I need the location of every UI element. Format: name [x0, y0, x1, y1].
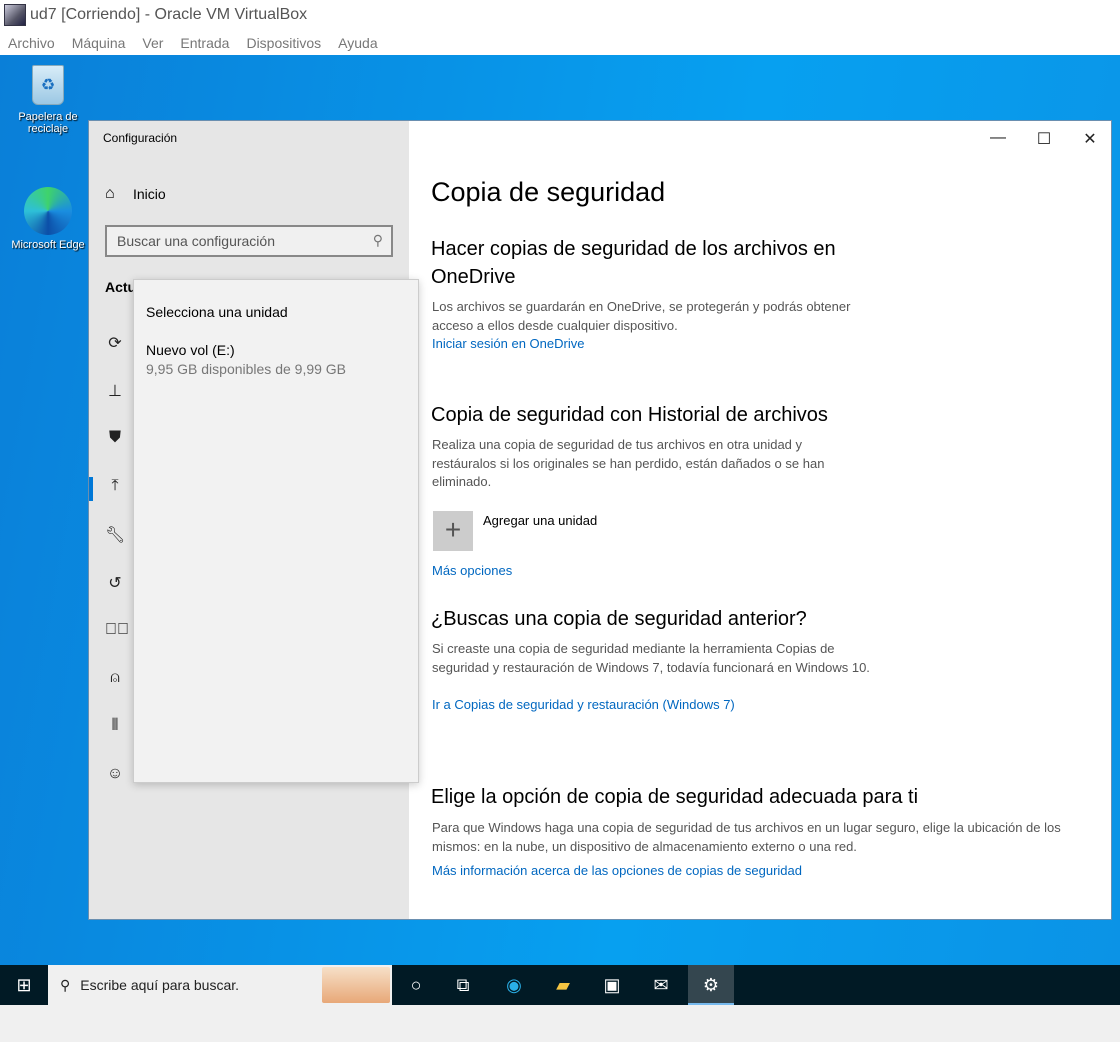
- sidebar-section-title: Actu: [105, 279, 137, 295]
- recycle-bin-icon: ♻: [32, 65, 64, 105]
- menu-ver[interactable]: Ver: [142, 35, 163, 51]
- edge-icon: [24, 187, 72, 235]
- home-icon: ⌂: [105, 185, 115, 202]
- drive-select-flyout: Selecciona una unidad Nuevo vol (E:) 9,9…: [133, 279, 419, 783]
- sync-icon[interactable]: ⟳: [105, 333, 125, 353]
- desktop-icon-recycle-bin[interactable]: ♻ Papelera de reciclaje: [8, 65, 88, 135]
- maximize-button[interactable]: ☐: [1021, 129, 1067, 149]
- activation-icon[interactable]: ✓⃝: [105, 621, 129, 639]
- find-device-icon[interactable]: ⍝: [105, 669, 125, 687]
- cortana-icon[interactable]: ○: [393, 965, 439, 1005]
- virtualbox-icon: [4, 4, 26, 26]
- menu-archivo[interactable]: Archivo: [8, 35, 55, 51]
- onedrive-text: Los archivos se guardarán en OneDrive, s…: [432, 299, 851, 333]
- taskbar: ⊞ ⚲ Escribe aquí para buscar. ○ ⧉ ◉ ▰ ▣ ✉…: [0, 965, 1120, 1005]
- settings-window: Configuración ⌂ Inicio Buscar una configu…: [88, 120, 1112, 920]
- flyout-heading: Selecciona una unidad: [146, 304, 288, 320]
- sidebar: Configuración ⌂ Inicio Buscar una configu…: [89, 121, 419, 919]
- recovery-icon[interactable]: ↺: [105, 573, 125, 593]
- older-text: Si creaste una copia de seguridad median…: [432, 641, 870, 675]
- backup-icon[interactable]: ⤒: [105, 477, 125, 495]
- history-text: Realiza una copia de seguridad de tus ar…: [432, 437, 825, 489]
- virtualbox-titlebar: ud7 [Corriendo] - Oracle VM VirtualBox: [0, 0, 1120, 30]
- mail-icon[interactable]: ✉: [638, 965, 684, 1005]
- window-title: ud7 [Corriendo] - Oracle VM VirtualBox: [30, 6, 308, 23]
- app-title: Configuración: [103, 131, 178, 145]
- search-highlight-image: [322, 967, 390, 1003]
- store-icon[interactable]: ▣: [589, 965, 635, 1005]
- more-options-link[interactable]: Más opciones: [432, 563, 512, 578]
- wrench-icon[interactable]: 🔧︎: [105, 525, 125, 545]
- more-info-link[interactable]: Más información acerca de las opciones d…: [432, 863, 802, 878]
- onedrive-signin-link[interactable]: Iniciar sesión en OneDrive: [432, 336, 584, 351]
- insider-icon[interactable]: ☺: [105, 765, 125, 783]
- edge-icon[interactable]: ◉: [491, 965, 537, 1005]
- plus-icon: +: [433, 511, 473, 551]
- delivery-icon[interactable]: ⊥: [105, 381, 125, 401]
- history-heading: Copia de seguridad con Historial de arch…: [431, 404, 828, 426]
- close-button[interactable]: ✕: [1067, 129, 1113, 149]
- task-view-icon[interactable]: ⧉: [440, 965, 486, 1005]
- search-icon: ⚲: [60, 976, 71, 993]
- page-title: Copia de seguridad: [431, 177, 666, 207]
- search-icon: ⚲: [372, 232, 383, 248]
- onedrive-heading: Hacer copias de seguridad de los archivo…: [431, 238, 836, 288]
- minimize-button[interactable]: —: [975, 129, 1021, 147]
- menu-ayuda[interactable]: Ayuda: [338, 35, 377, 51]
- selected-indicator: [89, 477, 93, 501]
- menu-entrada[interactable]: Entrada: [180, 35, 229, 51]
- settings-search-input[interactable]: Buscar una configuración ⚲: [105, 225, 393, 257]
- older-heading: ¿Buscas una copia de seguridad anterior?: [431, 608, 807, 630]
- shield-icon[interactable]: ⛊: [105, 429, 125, 447]
- settings-icon[interactable]: ⚙: [688, 965, 734, 1005]
- menu-maquina[interactable]: Máquina: [72, 35, 126, 51]
- windows7-backup-link[interactable]: Ir a Copias de seguridad y restauración …: [432, 697, 735, 712]
- desktop-icon-edge[interactable]: Microsoft Edge: [8, 187, 88, 251]
- host-area: [0, 1005, 1120, 1042]
- file-explorer-icon[interactable]: ▰: [540, 965, 586, 1005]
- start-button[interactable]: ⊞: [0, 965, 48, 1005]
- choose-heading: Elige la opción de copia de seguridad ad…: [431, 786, 919, 808]
- menu-dispositivos[interactable]: Dispositivos: [246, 35, 321, 51]
- taskbar-search-input[interactable]: ⚲ Escribe aquí para buscar.: [48, 965, 392, 1005]
- developer-icon[interactable]: ⫴: [105, 717, 125, 735]
- sidebar-home[interactable]: ⌂ Inicio: [105, 185, 166, 203]
- virtualbox-menubar: Archivo Máquina Ver Entrada Dispositivos…: [0, 30, 1120, 55]
- choose-text: Para que Windows haga una copia de segur…: [432, 820, 1061, 854]
